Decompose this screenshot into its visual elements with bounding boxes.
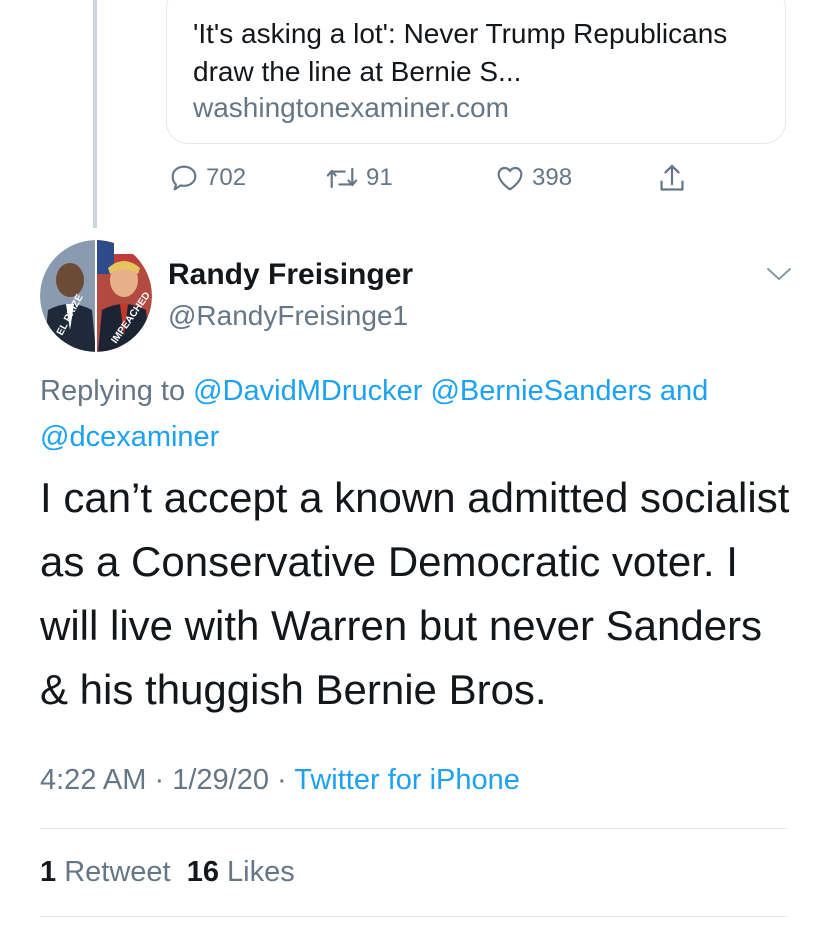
replying-to: Replying to @DavidMDrucker @BernieSander…: [40, 368, 800, 460]
retweet-button[interactable]: 91: [324, 162, 393, 194]
like-stat-label: Likes: [227, 856, 295, 888]
mention-link[interactable]: @dcexaminer: [40, 421, 219, 453]
avatar[interactable]: EL PRIZE IMPEACHED: [40, 240, 152, 352]
link-preview-card[interactable]: 'It's asking a lot': Never Trump Republi…: [166, 0, 786, 144]
like-count: 398: [532, 164, 573, 191]
like-button[interactable]: 398: [494, 162, 572, 194]
share-button[interactable]: [656, 162, 688, 196]
like-stat-count: 16: [186, 856, 219, 888]
meta-separator: ·: [154, 764, 165, 796]
replying-prefix: Replying to: [40, 375, 186, 407]
heart-icon: [497, 166, 523, 191]
divider: [40, 916, 788, 917]
retweet-count: 91: [366, 164, 393, 191]
share-icon: [660, 164, 684, 191]
reply-count: 702: [206, 164, 247, 191]
reply-button[interactable]: 702: [168, 162, 246, 194]
display-name[interactable]: Randy Freisinger: [168, 258, 413, 292]
tweet-source-link[interactable]: Twitter for iPhone: [294, 764, 520, 796]
mention-link[interactable]: @DavidMDrucker: [193, 375, 422, 407]
tweet-time[interactable]: 4:22 AM: [40, 764, 146, 796]
replying-and[interactable]: and: [660, 375, 708, 407]
link-card-domain: washingtonexaminer.com: [193, 92, 509, 123]
tweet-stats: 1 Retweet 16 Likes: [40, 856, 295, 889]
retweet-stat-label: Retweet: [64, 856, 171, 888]
tweet-date[interactable]: 1/29/20: [172, 764, 269, 796]
likes-stat[interactable]: 16 Likes: [187, 856, 295, 888]
mention-link[interactable]: @BernieSanders: [430, 375, 651, 407]
meta-separator: ·: [277, 764, 287, 796]
retweet-icon: [326, 167, 358, 189]
reply-icon: [171, 165, 197, 191]
user-handle[interactable]: @RandyFreisinge1: [168, 300, 408, 332]
chevron-down-icon[interactable]: [764, 264, 794, 284]
divider: [40, 828, 788, 829]
retweet-stat-count: 1: [40, 856, 57, 888]
retweets-stat[interactable]: 1 Retweet: [40, 856, 171, 888]
previous-tweet-actions: 702 91 398: [0, 162, 827, 202]
link-card-title: 'It's asking a lot': Never Trump Republi…: [193, 18, 728, 87]
tweet-meta: 4:22 AM · 1/29/20 · Twitter for iPhone: [40, 764, 520, 797]
tweet-text: I can’t accept a known admitted socialis…: [40, 474, 790, 713]
